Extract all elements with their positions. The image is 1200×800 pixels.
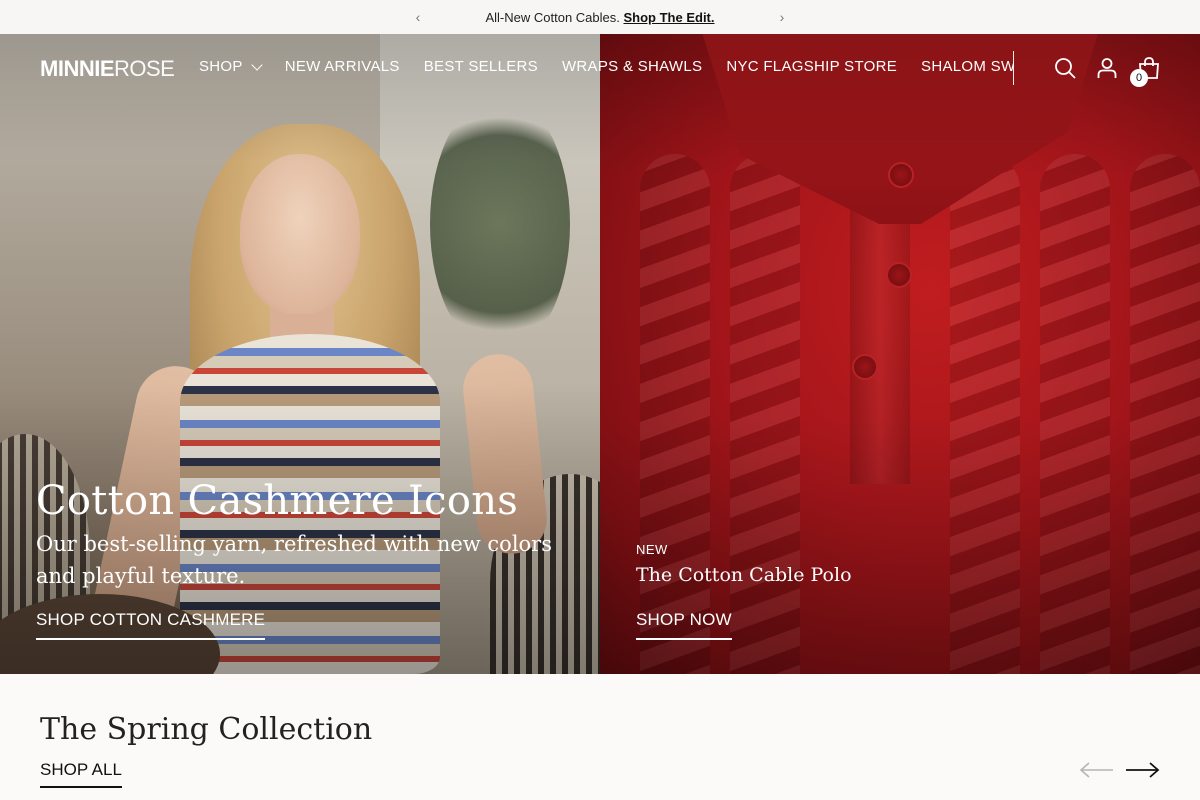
nav-item-label: NEW ARRIVALS — [284, 58, 400, 75]
nav-item-new-arrivals[interactable]: NEW ARRIVALS — [285, 58, 400, 75]
brand-logo[interactable]: MINNIEROSE — [40, 56, 175, 82]
arrow-left-icon[interactable] — [1079, 760, 1115, 780]
nav-item-wraps-shawls[interactable]: WRAPS & SHAWLS — [562, 58, 702, 75]
announcement-message: All-New Cotton Cables. Shop The Edit. — [485, 10, 714, 25]
hero-right-eyebrow: NEW — [636, 542, 668, 557]
chevron-left-icon[interactable]: ‹ — [409, 8, 427, 26]
announcement-text: All-New Cotton Cables. — [485, 9, 620, 25]
account-icon[interactable] — [1095, 56, 1119, 80]
announcement-bar: ‹ All-New Cotton Cables. Shop The Edit. … — [0, 0, 1200, 34]
arrow-right-icon[interactable] — [1124, 760, 1160, 780]
cart-count-badge: 0 — [1130, 69, 1148, 87]
nav-item-label: SHALOM SWE — [921, 58, 1014, 75]
nav-divider — [1013, 51, 1014, 85]
hero-left-subtitle: Our best-selling yarn, refreshed with ne… — [36, 532, 552, 588]
nav-item-label: NYC FLAGSHIP STORE — [726, 58, 898, 75]
nav-item-shalom[interactable]: SHALOM SWE — [921, 58, 1014, 75]
nav-item-label: BEST SELLERS — [423, 58, 538, 75]
shop-now-link[interactable]: SHOP NOW — [636, 610, 732, 640]
shop-cotton-cashmere-link[interactable]: SHOP COTTON CASHMERE — [36, 610, 266, 640]
nav-item-shop[interactable]: SHOP — [199, 58, 263, 75]
hero-right-title: The Cotton Cable Polo — [636, 564, 852, 586]
nav-item-label: WRAPS & SHAWLS — [561, 58, 703, 75]
announcement-link[interactable]: Shop The Edit. — [624, 10, 715, 25]
nav-item-nyc-flagship[interactable]: NYC FLAGSHIP STORE — [726, 58, 897, 75]
site-header: MINNIEROSE SHOP NEW ARRIVALS BEST SELLER… — [0, 34, 1200, 102]
nav-item-best-sellers[interactable]: BEST SELLERS — [424, 58, 538, 75]
logo-text-bold: MINNIE — [40, 56, 115, 81]
main-nav: SHOP NEW ARRIVALS BEST SELLERS WRAPS & S… — [199, 58, 1014, 75]
search-icon[interactable] — [1053, 56, 1077, 80]
hero-left-title: Cotton Cashmere Icons — [36, 478, 519, 524]
chevron-right-icon[interactable]: › — [773, 8, 791, 26]
collection-title: The Spring Collection — [40, 712, 373, 747]
logo-text-light: ROSE — [114, 56, 175, 81]
shop-all-link[interactable]: SHOP ALL — [40, 760, 122, 788]
chevron-down-icon — [251, 58, 263, 71]
nav-item-label: SHOP — [199, 58, 243, 75]
